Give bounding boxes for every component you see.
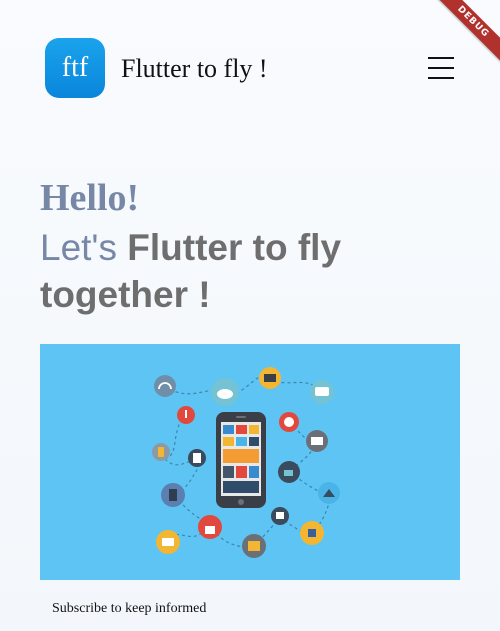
- illustration-graphic: [152, 367, 340, 558]
- chat-icon: [271, 507, 289, 525]
- phone-small-icon: [152, 443, 170, 461]
- gift-icon: [242, 534, 266, 558]
- logo-text: ftf: [61, 52, 89, 83]
- tagline-lead: Let's: [40, 227, 128, 268]
- bag-icon: [318, 482, 340, 504]
- lock-icon: [198, 515, 222, 539]
- hamburger-menu-icon[interactable]: [428, 57, 456, 79]
- message-icon: [310, 380, 334, 404]
- smartphone-icon: [216, 412, 266, 508]
- cloud-icon: [211, 378, 239, 406]
- mail-icon: [306, 430, 328, 452]
- video-icon: [259, 367, 281, 389]
- game-icon: [300, 521, 324, 545]
- app-screen: ftf Flutter to fly ! DEBUG Hello! Let's …: [0, 0, 500, 631]
- headphones-icon: [154, 375, 176, 397]
- greeting-heading: Hello!: [40, 177, 140, 219]
- like-icon: [278, 461, 300, 483]
- tagline: Let's Flutter to fly together !: [40, 224, 460, 318]
- subscribe-text[interactable]: Subscribe to keep informed: [52, 601, 206, 617]
- newspaper-icon: [156, 530, 180, 554]
- alert-icon: [177, 406, 195, 424]
- app-title: Flutter to fly !: [121, 54, 268, 83]
- document-icon: [188, 449, 206, 467]
- book-icon: [161, 483, 185, 507]
- app-illustration: [40, 344, 460, 580]
- timer-icon: [279, 412, 299, 432]
- app-logo: ftf: [45, 38, 105, 98]
